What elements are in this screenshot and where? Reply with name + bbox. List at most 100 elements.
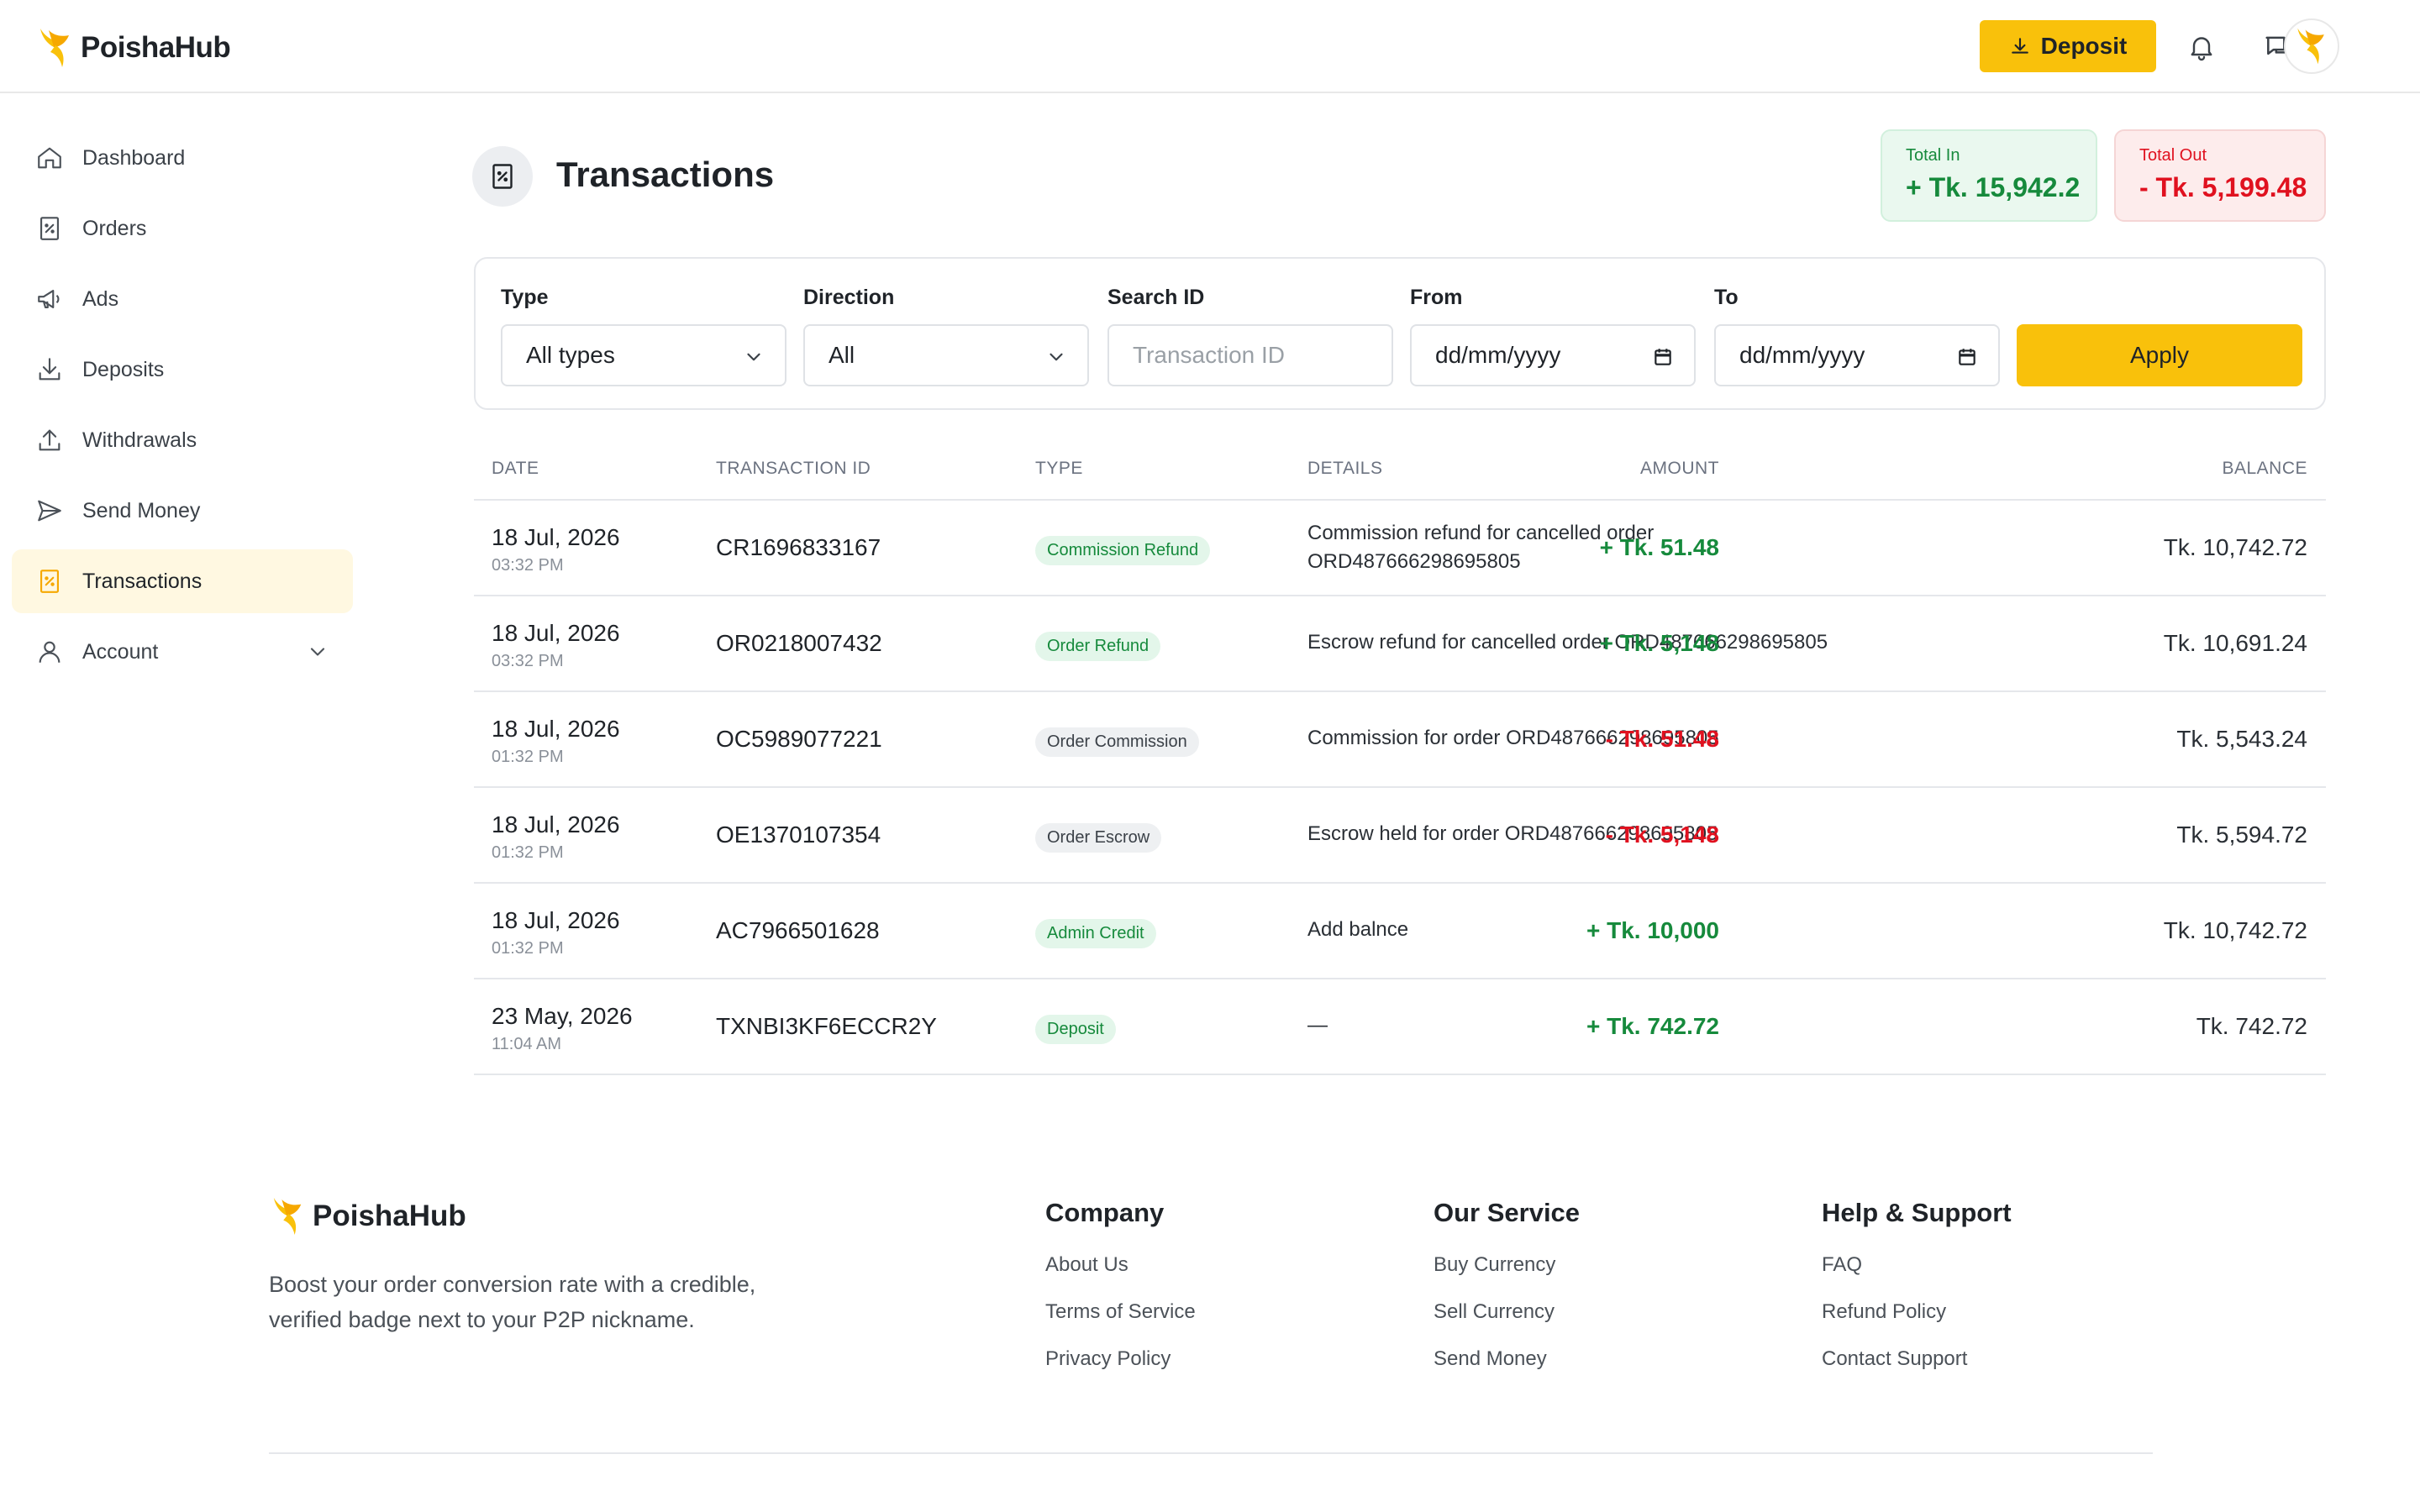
search-id-input[interactable]: Transaction ID [1107, 324, 1393, 386]
logo[interactable]: PoishaHub [37, 25, 231, 71]
row-amount: + Tk. 10,000 [1586, 917, 1719, 943]
table-row[interactable]: 18 Jul, 2026 01:32 PM AC7966501628 Admin… [474, 884, 2326, 979]
bell-icon[interactable] [2180, 25, 2223, 69]
footer-logo[interactable]: PoishaHub [271, 1194, 466, 1238]
footer-link-contact-support[interactable]: Contact Support [1822, 1347, 2012, 1394]
sidebar-item-label: Account [82, 639, 159, 664]
transactions-page-icon [472, 146, 533, 207]
chevron-down-icon [747, 353, 760, 361]
footer-column-our-service: Our Service Buy Currency Sell Currency S… [1434, 1198, 1580, 1394]
sidebar-item-send-money[interactable]: Send Money [12, 479, 353, 543]
total-in-label: Total In [1906, 146, 1960, 165]
type-badge: Commission Refund [1035, 536, 1211, 565]
table-row[interactable]: 23 May, 2026 11:04 AM TXNBI3KF6ECCR2Y De… [474, 979, 2326, 1075]
footer-link-refund-policy[interactable]: Refund Policy [1822, 1300, 2012, 1347]
sidebar-item-account[interactable]: Account [12, 620, 353, 684]
sidebar-item-orders[interactable]: Orders [12, 197, 353, 260]
chevron-down-icon[interactable] [306, 640, 329, 664]
sidebar-item-transactions[interactable]: Transactions [12, 549, 353, 613]
sidebar-item-deposits[interactable]: Deposits [12, 338, 353, 402]
calendar-icon[interactable] [1956, 346, 1978, 368]
type-badge: Order Refund [1035, 632, 1161, 661]
megaphone-icon [38, 290, 60, 308]
filter-panel: Type All types Direction All Search ID T… [474, 257, 2326, 410]
direction-select[interactable]: All [803, 324, 1089, 386]
footer-link-terms[interactable]: Terms of Service [1045, 1300, 1196, 1347]
row-txid: OC5989077221 [716, 726, 882, 752]
direction-select-value: All [829, 342, 855, 368]
direction-filter-label: Direction [803, 286, 895, 309]
brand-name: PoishaHub [81, 31, 231, 64]
footer-divider [269, 1452, 2153, 1454]
footer-link-privacy[interactable]: Privacy Policy [1045, 1347, 1196, 1394]
poishahub-logo-icon [273, 1198, 302, 1235]
deposit-label: Deposit [2040, 33, 2128, 59]
type-select-value: All types [526, 342, 615, 368]
sidebar-item-label: Withdrawals [82, 428, 197, 452]
type-select[interactable]: All types [501, 324, 786, 386]
col-amount: AMOUNT [1640, 459, 1719, 478]
sidebar-item-label: Orders [82, 216, 147, 240]
row-balance: Tk. 10,691.24 [2163, 630, 2307, 656]
to-date-input[interactable]: dd/mm/yyyy [1714, 324, 2000, 386]
total-out-card: Total Out - Tk. 5,199.48 [2114, 129, 2326, 222]
row-balance: Tk. 5,594.72 [2176, 822, 2307, 848]
table-row[interactable]: 18 Jul, 2026 01:32 PM OE1370107354 Order… [474, 788, 2326, 884]
sidebar-item-label: Send Money [82, 498, 201, 522]
row-date: 18 Jul, 2026 [492, 907, 620, 933]
apply-button[interactable]: Apply [2017, 324, 2302, 386]
avatar[interactable] [2284, 18, 2339, 74]
row-txid: OE1370107354 [716, 822, 881, 848]
footer-link-about-us[interactable]: About Us [1045, 1253, 1196, 1300]
row-amount: + Tk. 742.72 [1586, 1013, 1719, 1039]
to-date-label: To [1714, 286, 1739, 309]
download-icon [2011, 38, 2028, 54]
row-balance: Tk. 10,742.72 [2163, 917, 2307, 943]
row-txid: TXNBI3KF6ECCR2Y [716, 1013, 937, 1039]
row-amount: + Tk. 5,148 [1599, 630, 1719, 656]
receipt-icon [40, 217, 59, 240]
table-row[interactable]: 18 Jul, 2026 03:32 PM CR1696833167 Commi… [474, 501, 2326, 596]
row-details: Add balnce [1307, 918, 1409, 941]
total-in-card: Total In + Tk. 15,942.2 [1881, 129, 2097, 222]
sidebar-item-withdrawals[interactable]: Withdrawals [12, 408, 353, 472]
type-badge: Deposit [1035, 1015, 1116, 1044]
send-icon [38, 500, 61, 522]
transactions-table: DATE TRANSACTION ID TYPE DETAILS AMOUNT … [474, 438, 2326, 1075]
total-out-label: Total Out [2139, 146, 2207, 165]
type-badge: Order Commission [1035, 727, 1199, 757]
sidebar: Dashboard Orders Ads Deposits Withdrawal… [12, 126, 353, 690]
chevron-down-icon [1050, 353, 1063, 361]
footer-column-title: Help & Support [1822, 1198, 2012, 1227]
col-date: DATE [492, 459, 539, 478]
table-row[interactable]: 18 Jul, 2026 03:32 PM OR0218007432 Order… [474, 596, 2326, 692]
row-date: 18 Jul, 2026 [492, 620, 620, 646]
user-icon [39, 641, 60, 663]
type-badge: Admin Credit [1035, 919, 1156, 948]
row-txid: OR0218007432 [716, 630, 882, 656]
table-row[interactable]: 18 Jul, 2026 01:32 PM OC5989077221 Order… [474, 692, 2326, 788]
row-details: Escrow refund for cancelled order ORD487… [1307, 631, 1828, 654]
footer-link-faq[interactable]: FAQ [1822, 1253, 2012, 1300]
col-balance: BALANCE [2222, 459, 2307, 478]
top-bar: PoishaHub Deposit [0, 0, 2420, 93]
row-time: 01:32 PM [492, 939, 564, 958]
calendar-icon[interactable] [1652, 346, 1674, 368]
deposit-button[interactable]: Deposit [1980, 20, 2156, 72]
poishahub-logo-icon [40, 29, 69, 67]
row-time: 01:32 PM [492, 843, 564, 862]
row-date: 23 May, 2026 [492, 1003, 633, 1029]
row-date: 18 Jul, 2026 [492, 716, 620, 742]
sidebar-item-label: Ads [82, 286, 119, 311]
footer-link-buy-currency[interactable]: Buy Currency [1434, 1253, 1580, 1300]
row-balance: Tk. 10,742.72 [2163, 534, 2307, 560]
from-date-input[interactable]: dd/mm/yyyy [1410, 324, 1696, 386]
sidebar-item-ads[interactable]: Ads [12, 267, 353, 331]
row-amount: + Tk. 51.48 [1599, 534, 1719, 560]
total-out-value: - Tk. 5,199.48 [2139, 172, 2307, 202]
footer-link-send-money[interactable]: Send Money [1434, 1347, 1580, 1394]
col-txid: TRANSACTION ID [716, 459, 871, 478]
footer-column-company: Company About Us Terms of Service Privac… [1045, 1198, 1196, 1394]
sidebar-item-dashboard[interactable]: Dashboard [12, 126, 353, 190]
footer-link-sell-currency[interactable]: Sell Currency [1434, 1300, 1580, 1347]
